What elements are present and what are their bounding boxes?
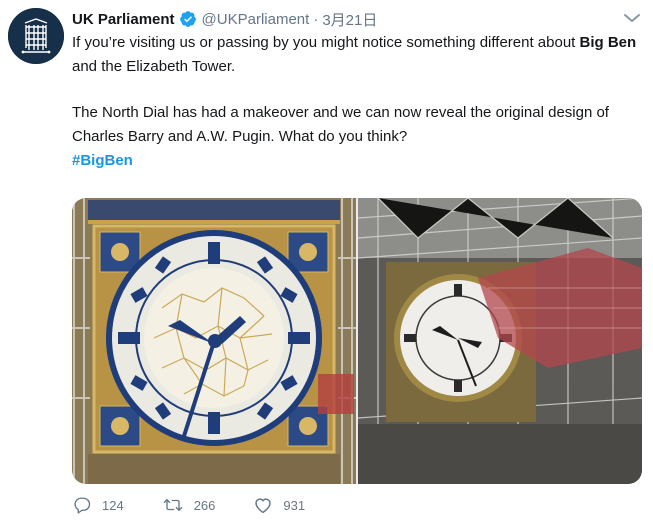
tweet-paragraph-1: If you’re visiting us or passing by you … bbox=[72, 31, 644, 79]
photo-scaffolded-tower[interactable] bbox=[358, 198, 642, 484]
reply-button[interactable]: 124 bbox=[72, 496, 124, 514]
reply-count: 124 bbox=[102, 497, 124, 513]
media-grid bbox=[72, 198, 642, 484]
photo-clock-dial[interactable] bbox=[72, 198, 356, 484]
retweet-button[interactable]: 266 bbox=[162, 496, 216, 514]
retweet-count: 266 bbox=[193, 497, 216, 513]
author-handle[interactable]: @UKParliament bbox=[202, 11, 310, 28]
tweet-date[interactable]: 3月21日 bbox=[322, 9, 377, 30]
author-name[interactable]: UK Parliament bbox=[72, 11, 175, 28]
chevron-down-icon[interactable] bbox=[622, 10, 642, 26]
reply-icon bbox=[74, 497, 91, 514]
heart-icon bbox=[255, 498, 272, 514]
hashtag-link[interactable]: #BigBen bbox=[72, 152, 133, 169]
tweet-paragraph-2: The North Dial has had a makeover and we… bbox=[72, 104, 609, 145]
verified-badge-icon bbox=[179, 10, 197, 28]
retweet-icon bbox=[163, 499, 183, 511]
tweet-actions: 124 266 931 bbox=[72, 496, 343, 514]
tweet-text-span: If you’re visiting us or passing by you … bbox=[72, 34, 580, 51]
tweet-text-bold: Big Ben bbox=[579, 34, 637, 51]
avatar[interactable] bbox=[8, 8, 64, 64]
portcullis-icon bbox=[8, 8, 64, 64]
like-button[interactable]: 931 bbox=[253, 496, 305, 514]
tweet-text: If you’re visiting us or passing by you … bbox=[72, 31, 644, 173]
separator-dot: · bbox=[313, 10, 319, 28]
tweet-text-span: and the Elizabeth Tower. bbox=[72, 58, 236, 75]
tweet-header: UK Parliament @UKParliament · 3月21日 bbox=[72, 8, 377, 30]
like-count: 931 bbox=[283, 497, 306, 513]
